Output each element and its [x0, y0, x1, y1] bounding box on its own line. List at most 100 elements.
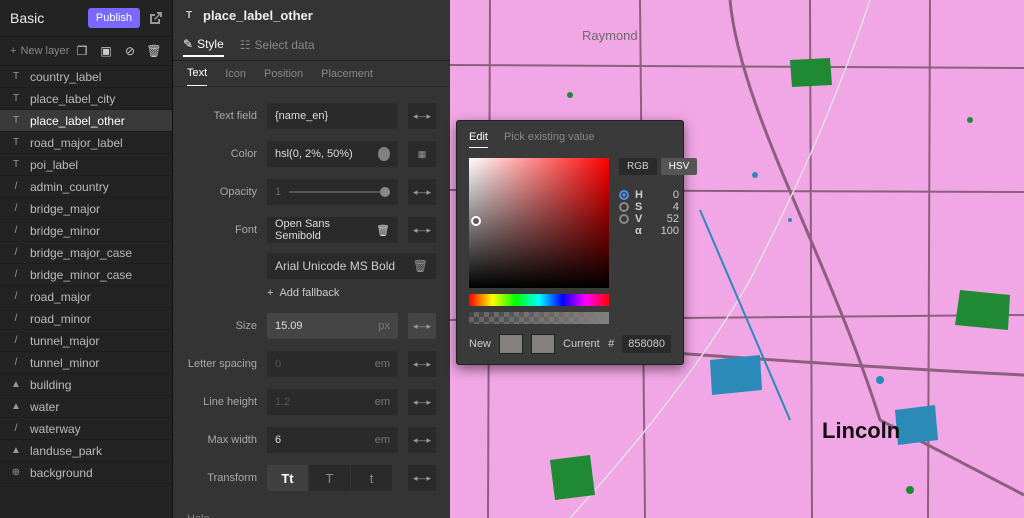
- radio-icon[interactable]: [619, 214, 629, 224]
- layer-item-bridge_minor[interactable]: /bridge_minor: [0, 220, 172, 242]
- layer-item-landuse_park[interactable]: ▲landuse_park: [0, 440, 172, 462]
- new-layer-button[interactable]: + New layer: [10, 45, 69, 57]
- layer-item-bridge_minor_case[interactable]: /bridge_minor_case: [0, 264, 172, 286]
- transform-opt-2[interactable]: t: [351, 465, 393, 491]
- layer-type-icon: T: [10, 71, 22, 82]
- text-field-label: Text field: [187, 110, 257, 122]
- radio-icon[interactable]: [619, 190, 629, 200]
- layer-type-icon: /: [10, 291, 22, 302]
- cp-saturation-value[interactable]: [469, 158, 609, 288]
- layer-item-poi_label[interactable]: Tpoi_label: [0, 154, 172, 176]
- cp-hex-prefix: #: [608, 338, 614, 350]
- cp-channel-h[interactable]: H0: [619, 189, 697, 201]
- trash-icon[interactable]: 🗑: [376, 224, 390, 237]
- layer-type-icon: /: [10, 423, 22, 434]
- color-input[interactable]: [267, 141, 398, 167]
- add-fallback-button[interactable]: + Add fallback: [267, 279, 450, 307]
- new-layer-label: New layer: [20, 45, 69, 57]
- layer-item-place_label_other[interactable]: Tplace_label_other: [0, 110, 172, 132]
- text-field-zoom-btn[interactable]: ◂—▸: [408, 103, 436, 129]
- layer-item-waterway[interactable]: /waterway: [0, 418, 172, 440]
- layer-sidebar: Basic Publish + New layer ❐ ▣ ⊘ 🗑 Tcount…: [0, 0, 172, 518]
- cp-new-label: New: [469, 338, 491, 350]
- cp-alpha-slider[interactable]: [469, 312, 609, 324]
- opacity-zoom-btn[interactable]: ◂—▸: [408, 179, 436, 205]
- transform-zoom-btn[interactable]: ◂—▸: [408, 465, 436, 491]
- color-zoom-btn[interactable]: ▦: [408, 141, 436, 167]
- layer-type-icon: /: [10, 247, 22, 258]
- cp-tab-edit[interactable]: Edit: [469, 131, 488, 148]
- layer-item-tunnel_minor[interactable]: /tunnel_minor: [0, 352, 172, 374]
- text-field-input[interactable]: [267, 103, 398, 129]
- sub-tab-icon[interactable]: Icon: [225, 68, 246, 86]
- line-height-input[interactable]: em: [267, 389, 398, 415]
- layer-type-icon: /: [10, 203, 22, 214]
- radio-icon[interactable]: [619, 202, 629, 212]
- props-header: T place_label_other: [173, 0, 450, 31]
- layer-type-icon: /: [10, 225, 22, 236]
- sub-tab-text[interactable]: Text: [187, 67, 207, 86]
- size-zoom-btn[interactable]: ◂—▸: [408, 313, 436, 339]
- letter-spacing-input[interactable]: em: [267, 351, 398, 377]
- transform-label: Transform: [187, 472, 257, 484]
- trash-icon[interactable]: 🗑: [146, 43, 162, 59]
- cp-channel-alpha[interactable]: α100: [619, 225, 697, 237]
- halo-section: Halo: [173, 497, 450, 518]
- cp-channel-s[interactable]: S4: [619, 201, 697, 213]
- trash-icon[interactable]: 🗑: [413, 259, 428, 273]
- layer-item-background[interactable]: ⊕background: [0, 462, 172, 484]
- hide-icon[interactable]: ⊘: [122, 43, 138, 59]
- max-width-zoom-btn[interactable]: ◂—▸: [408, 427, 436, 453]
- cp-tab-pick[interactable]: Pick existing value: [504, 131, 595, 148]
- opacity-slider[interactable]: 1: [267, 179, 398, 205]
- letter-spacing-zoom-btn[interactable]: ◂—▸: [408, 351, 436, 377]
- layer-item-country_label[interactable]: Tcountry_label: [0, 66, 172, 88]
- layer-item-tunnel_major[interactable]: /tunnel_major: [0, 330, 172, 352]
- layer-item-bridge_major_case[interactable]: /bridge_major_case: [0, 242, 172, 264]
- cp-mode-rgb[interactable]: RGB: [619, 158, 657, 175]
- duplicate-icon[interactable]: ❐: [74, 43, 90, 59]
- layer-item-water[interactable]: ▲water: [0, 396, 172, 418]
- layer-type-icon: ▲: [10, 445, 22, 456]
- layer-type-icon: /: [10, 357, 22, 368]
- layer-item-bridge_major[interactable]: /bridge_major: [0, 198, 172, 220]
- size-input[interactable]: px: [267, 313, 398, 339]
- layer-item-building[interactable]: ▲building: [0, 374, 172, 396]
- cp-mode-hsv[interactable]: HSV: [661, 158, 698, 175]
- sub-tabs: Text Icon Position Placement: [173, 61, 450, 87]
- layer-item-road_major_label[interactable]: Troad_major_label: [0, 132, 172, 154]
- cp-new-swatch: [499, 334, 523, 354]
- font-zoom-btn[interactable]: ◂—▸: [408, 217, 436, 243]
- layer-item-admin_country[interactable]: /admin_country: [0, 176, 172, 198]
- layer-type-icon: ⊕: [10, 467, 22, 478]
- layer-label: road_major: [30, 290, 91, 304]
- layer-type-icon: T: [10, 115, 22, 126]
- transform-opt-0[interactable]: Tt: [267, 465, 309, 491]
- font-input-0[interactable]: Open Sans Semibold🗑: [267, 217, 398, 243]
- sub-tab-placement[interactable]: Placement: [321, 68, 373, 86]
- share-icon[interactable]: [146, 10, 162, 26]
- layer-item-road_major[interactable]: / road_major: [0, 286, 172, 308]
- cp-hex-input[interactable]: 858080: [622, 335, 671, 353]
- cp-hue-slider[interactable]: [469, 294, 609, 306]
- tab-style[interactable]: ✎ Style: [183, 33, 224, 57]
- transform-opt-1[interactable]: T: [309, 465, 351, 491]
- layer-item-place_label_city[interactable]: Tplace_label_city: [0, 88, 172, 110]
- plus-icon: +: [267, 287, 273, 299]
- sub-tab-position[interactable]: Position: [264, 68, 303, 86]
- layer-type-icon: /: [10, 269, 22, 280]
- font-input-1[interactable]: Arial Unicode MS Bold🗑: [267, 253, 436, 279]
- layer-item-road_minor[interactable]: /road_minor: [0, 308, 172, 330]
- group-icon[interactable]: ▣: [98, 43, 114, 59]
- publish-button[interactable]: Publish: [88, 8, 140, 28]
- layer-type-icon: T: [10, 159, 22, 170]
- layer-label: building: [30, 378, 71, 392]
- cp-cursor[interactable]: [471, 216, 481, 226]
- cp-channel-v[interactable]: V52: [619, 213, 697, 225]
- max-width-input[interactable]: em: [267, 427, 398, 453]
- line-height-zoom-btn[interactable]: ◂—▸: [408, 389, 436, 415]
- tab-select-data[interactable]: ☷ Select data: [240, 34, 315, 56]
- layer-type-icon: /: [10, 313, 22, 324]
- layer-label: road_major_label: [30, 136, 123, 150]
- stack-icon: ☷: [240, 38, 251, 52]
